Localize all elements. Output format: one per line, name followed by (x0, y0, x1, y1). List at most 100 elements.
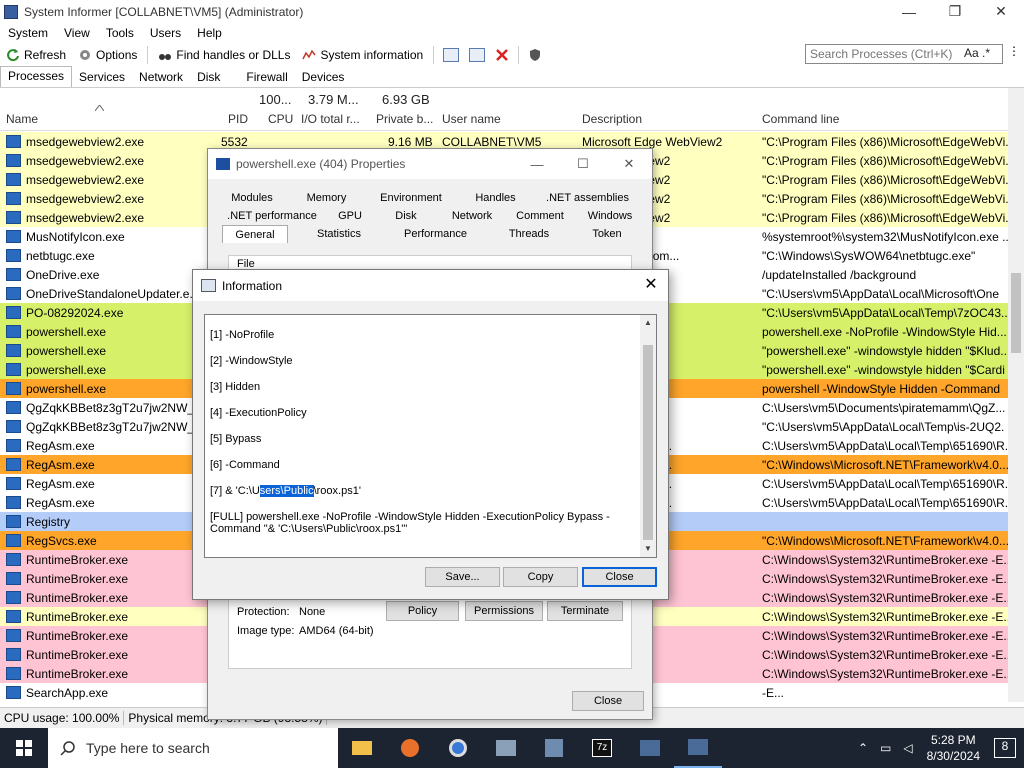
column-io[interactable]: I/O total r... (301, 112, 360, 126)
process-icon (6, 211, 21, 224)
tab-performance[interactable]: Performance (388, 225, 483, 243)
menu-users[interactable]: Users (142, 26, 189, 40)
information-scrollbar[interactable]: ▲ ▼ (640, 315, 656, 557)
process-hacker-icon[interactable] (530, 728, 578, 768)
tab-token[interactable]: Token (572, 225, 642, 243)
scroll-up-icon[interactable]: ▲ (640, 315, 656, 331)
cell-name: PO-08292024.exe (26, 305, 124, 320)
options-button[interactable]: Options (72, 44, 143, 66)
tab-environment[interactable]: Environment (371, 189, 451, 207)
process-icon (6, 287, 21, 300)
tab-modules[interactable]: Modules (222, 189, 282, 207)
cell-name: RegAsm.exe (26, 457, 95, 472)
tab-gpu[interactable]: GPU (332, 207, 368, 225)
tab-handles[interactable]: Handles (463, 189, 528, 207)
cell-name: RegSvcs.exe (26, 533, 97, 548)
cell-name: SearchApp.exe (26, 685, 109, 700)
protection-value: None (299, 606, 326, 618)
tab-network[interactable]: Network (444, 207, 500, 225)
information-scroll-thumb[interactable] (643, 345, 653, 540)
close-button[interactable]: Close (582, 567, 657, 587)
column-description[interactable]: Description (582, 112, 642, 126)
tab-disk[interactable]: Disk (190, 68, 227, 87)
notifications-button[interactable]: 8 (994, 738, 1016, 758)
io-total: 3.79 M... (308, 92, 359, 107)
arg-line-7: [7] & 'C:\Users\Public\roox.ps1' (210, 485, 361, 497)
properties-close-x-button[interactable]: ✕ (606, 149, 652, 179)
volume-icon[interactable]: ◁ (903, 741, 912, 755)
tab-firewall[interactable]: Firewall (239, 68, 294, 87)
cell-name: RuntimeBroker.exe (26, 666, 129, 681)
firefox-icon[interactable] (386, 728, 434, 768)
system-informer-icon[interactable] (626, 728, 674, 768)
vertical-scrollbar[interactable] (1008, 88, 1024, 702)
tab-devices[interactable]: Devices (295, 68, 352, 87)
terminate-icon[interactable] (495, 48, 509, 62)
system-information-button[interactable]: System information (296, 44, 429, 66)
chrome-icon[interactable] (434, 728, 482, 768)
copy-button[interactable]: Copy (503, 567, 578, 587)
cell-cmd: C:\Users\vm5\AppData\Local\Temp\651690\R… (762, 495, 1008, 510)
information-close-x-button[interactable]: ✕ (640, 274, 662, 296)
scroll-down-icon[interactable]: ▼ (640, 541, 656, 557)
7zip-icon[interactable]: 7z (578, 728, 626, 768)
tab-processes[interactable]: Processes (0, 66, 73, 87)
menu-tools[interactable]: Tools (98, 26, 142, 40)
file-explorer-icon[interactable] (338, 728, 386, 768)
menu-help[interactable]: Help (189, 26, 230, 40)
system-informer-active-icon[interactable] (674, 728, 722, 768)
process-icon (6, 629, 21, 642)
properties-maximize-button[interactable]: ☐ (560, 149, 606, 179)
tab-net-performance[interactable]: .NET performance (222, 207, 322, 225)
main-tabs: Processes Services Network Disk Firewall… (0, 66, 1024, 88)
chevron-up-icon[interactable]: ⌃ (858, 741, 868, 755)
policy-button[interactable]: Policy (386, 601, 459, 621)
clock[interactable]: 5:28 PM 8/30/2024 (927, 732, 980, 764)
tab-services[interactable]: Services (72, 68, 132, 87)
permissions-button[interactable]: Permissions (465, 601, 543, 621)
process-icon (6, 515, 21, 528)
selected-text: sers\Public (259, 485, 314, 497)
column-private-bytes[interactable]: Private b... (376, 112, 433, 126)
column-pid[interactable]: PID (228, 112, 248, 126)
column-user-name[interactable]: User name (442, 112, 501, 126)
start-button[interactable] (0, 728, 48, 768)
information-text-area[interactable]: [1] -NoProfile [2] -WindowStyle [3] Hidd… (204, 314, 657, 558)
tab-network[interactable]: Network (132, 68, 190, 87)
maximize-button[interactable]: ❐ (932, 0, 978, 23)
taskbar-search-box[interactable]: Type here to search (48, 728, 338, 768)
tab-windows[interactable]: Windows (580, 207, 640, 225)
tab-comment[interactable]: Comment (510, 207, 570, 225)
find-handles-button[interactable]: Find handles or DLLs (152, 44, 296, 66)
cell-name: RegAsm.exe (26, 476, 95, 491)
shield-icon[interactable] (528, 48, 542, 62)
tab-threads[interactable]: Threads (493, 225, 565, 243)
menu-system[interactable]: System (0, 26, 56, 40)
network-app-icon[interactable] (482, 728, 530, 768)
find-window-icon[interactable] (469, 48, 486, 62)
search-options[interactable]: Aa .* (964, 46, 990, 60)
terminate-button[interactable]: Terminate (547, 601, 623, 621)
close-button[interactable]: ✕ (978, 0, 1024, 23)
search-menu-button[interactable]: ⋮ (1006, 44, 1022, 64)
tab-general[interactable]: General (222, 225, 288, 243)
scrollbar-thumb[interactable] (1011, 273, 1021, 353)
column-name[interactable]: Name (6, 112, 38, 126)
cell-cmd: "C:\Program Files (x86)\Microsoft\EdgeWe… (762, 153, 1008, 168)
cell-cmd: C:\Windows\System32\RuntimeBroker.exe -E… (762, 666, 1008, 681)
window-icon[interactable] (443, 48, 460, 62)
save-button[interactable]: Save... (425, 567, 500, 587)
menu-view[interactable]: View (56, 26, 98, 40)
cell-user: COLLABNET\VM5 (442, 134, 542, 149)
column-command-line[interactable]: Command line (762, 112, 839, 126)
network-icon[interactable]: ▭ (880, 741, 891, 755)
properties-close-button[interactable]: Close (572, 691, 644, 711)
properties-minimize-button[interactable]: — (514, 149, 560, 179)
tab-disk[interactable]: Disk (378, 207, 434, 225)
tab-memory[interactable]: Memory (294, 189, 359, 207)
minimize-button[interactable]: — (886, 0, 932, 23)
tab-statistics[interactable]: Statistics (300, 225, 378, 243)
tab-net-assemblies[interactable]: .NET assemblies (540, 189, 635, 207)
column-cpu[interactable]: CPU (268, 112, 293, 126)
refresh-button[interactable]: Refresh (0, 44, 72, 66)
